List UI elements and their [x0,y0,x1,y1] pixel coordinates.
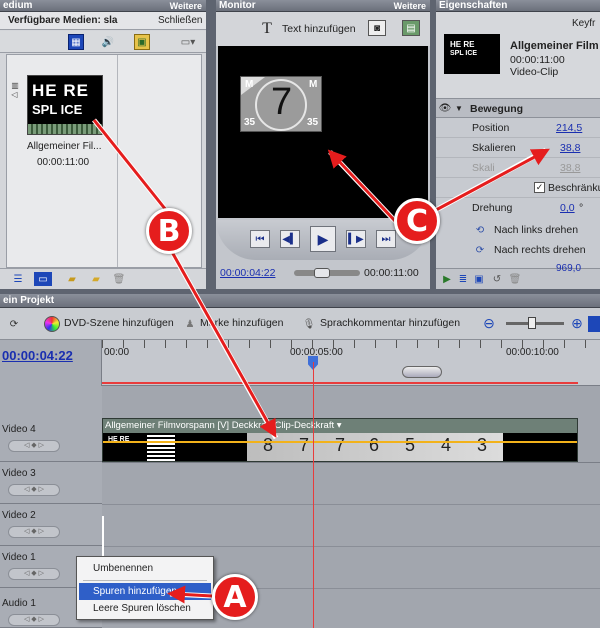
annotation-arrows [92,118,550,604]
callout-b: B [146,208,192,254]
arrow-c-left [327,149,398,224]
arrow-b [92,118,279,440]
arrow-a [167,585,213,604]
callout-a: A [212,574,258,620]
arrow-c-right [434,147,550,213]
callout-c: C [394,198,440,244]
